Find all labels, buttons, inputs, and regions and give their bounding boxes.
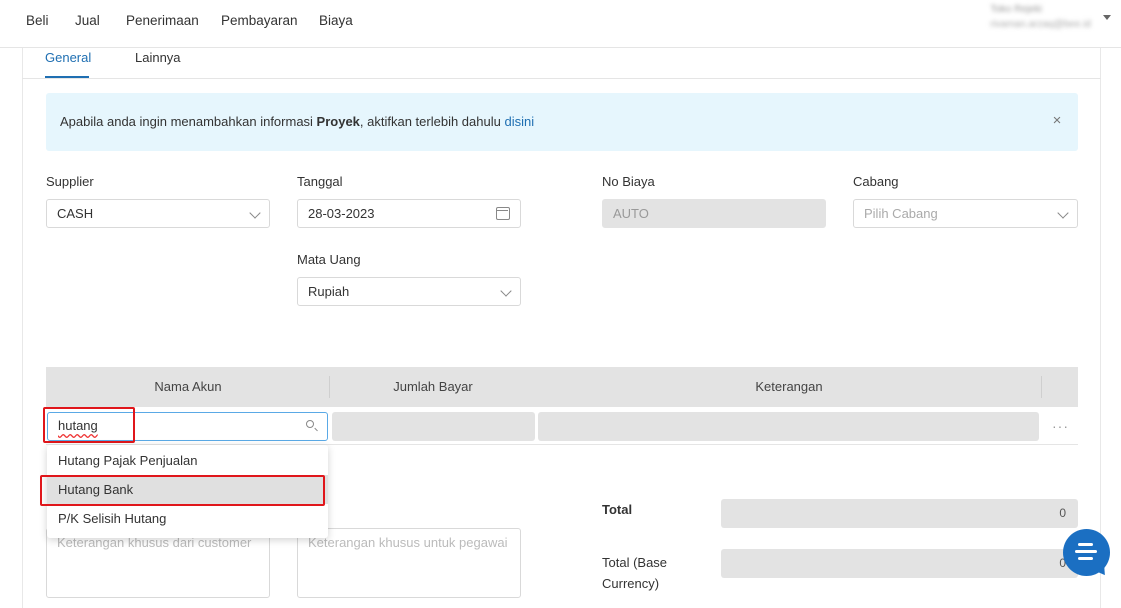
- user-email: rivaman.arzaq@bee.id: [990, 19, 1091, 30]
- nav-beli[interactable]: Beli: [26, 13, 49, 28]
- tab-bar: [22, 48, 1101, 79]
- alert-text-after: , aktifkan terlebih dahulu: [359, 114, 505, 129]
- chat-icon-line: [1078, 543, 1093, 546]
- highlight-option-annotation: [40, 475, 325, 506]
- nav-pembayaran[interactable]: Pembayaran: [221, 13, 298, 28]
- cabang-label: Cabang: [853, 174, 899, 189]
- alert-text-before: Apabila anda ingin menambahkan informasi: [60, 114, 317, 129]
- chevron-down-icon: [249, 207, 261, 219]
- chevron-down-icon: [1057, 207, 1069, 219]
- total-value: 0: [721, 499, 1078, 528]
- employee-note-textarea[interactable]: Keterangan khusus untuk pegawai: [297, 528, 521, 598]
- total-base-value: 0: [721, 549, 1078, 578]
- chat-support-button[interactable]: [1063, 529, 1110, 576]
- nav-jual[interactable]: Jual: [75, 13, 100, 28]
- column-divider: [1041, 376, 1042, 398]
- tanggal-input[interactable]: 28-03-2023: [297, 199, 521, 228]
- nav-biaya[interactable]: Biaya: [319, 13, 353, 28]
- cabang-select[interactable]: Pilih Cabang: [853, 199, 1078, 228]
- user-menu[interactable]: Toko Rejeki rivaman.arzaq@bee.id: [990, 4, 1091, 30]
- chevron-down-icon: [500, 285, 512, 297]
- nav-penerimaan[interactable]: Penerimaan: [126, 13, 199, 28]
- keterangan-input[interactable]: [538, 412, 1039, 441]
- jumlah-bayar-input[interactable]: [332, 412, 535, 441]
- total-base-label: Total (Base Currency): [602, 552, 667, 594]
- close-icon[interactable]: ×: [1050, 113, 1064, 128]
- column-header-nama-akun: Nama Akun: [154, 379, 222, 394]
- supplier-select[interactable]: CASH: [46, 199, 270, 228]
- mata-uang-label: Mata Uang: [297, 252, 361, 267]
- no-biaya-label: No Biaya: [602, 174, 655, 189]
- total-label: Total: [602, 502, 633, 517]
- caret-down-icon[interactable]: [1103, 15, 1111, 20]
- tab-general[interactable]: General: [45, 50, 91, 65]
- total-base-label-line2: Currency): [602, 576, 660, 591]
- dropdown-option[interactable]: P/K Selisih Hutang: [47, 504, 328, 533]
- mata-uang-value: Rupiah: [308, 284, 350, 299]
- calendar-icon[interactable]: [496, 207, 510, 220]
- mata-uang-select[interactable]: Rupiah: [297, 277, 521, 306]
- no-biaya-value: AUTO: [613, 206, 649, 221]
- alert-link[interactable]: disini: [504, 114, 534, 129]
- active-tab-indicator: [45, 76, 89, 78]
- chat-icon-line: [1075, 550, 1097, 553]
- supplier-value: CASH: [57, 206, 94, 221]
- employee-note-placeholder: Keterangan khusus untuk pegawai: [308, 535, 508, 550]
- supplier-label: Supplier: [46, 174, 94, 189]
- more-options-icon[interactable]: ···: [1052, 418, 1069, 434]
- cabang-placeholder: Pilih Cabang: [864, 206, 938, 221]
- search-icon: [306, 420, 314, 428]
- column-header-jumlah-bayar: Jumlah Bayar: [393, 379, 473, 394]
- tab-lainnya[interactable]: Lainnya: [135, 50, 181, 65]
- user-name: Toko Rejeki: [990, 4, 1042, 15]
- column-header-keterangan: Keterangan: [755, 379, 823, 394]
- no-biaya-field: AUTO: [602, 199, 826, 228]
- dropdown-option[interactable]: Hutang Pajak Penjualan: [47, 446, 328, 475]
- tanggal-value: 28-03-2023: [308, 206, 375, 221]
- total-base-label-line1: Total (Base: [602, 555, 668, 570]
- chat-icon-line: [1078, 557, 1093, 560]
- alert-message: Apabila anda ingin menambahkan informasi…: [60, 114, 534, 129]
- tanggal-label: Tanggal: [297, 174, 343, 189]
- highlight-search-annotation: [43, 407, 135, 443]
- alert-bold-text: Proyek: [316, 114, 360, 129]
- customer-note-textarea[interactable]: Keterangan khusus dari customer: [46, 528, 270, 598]
